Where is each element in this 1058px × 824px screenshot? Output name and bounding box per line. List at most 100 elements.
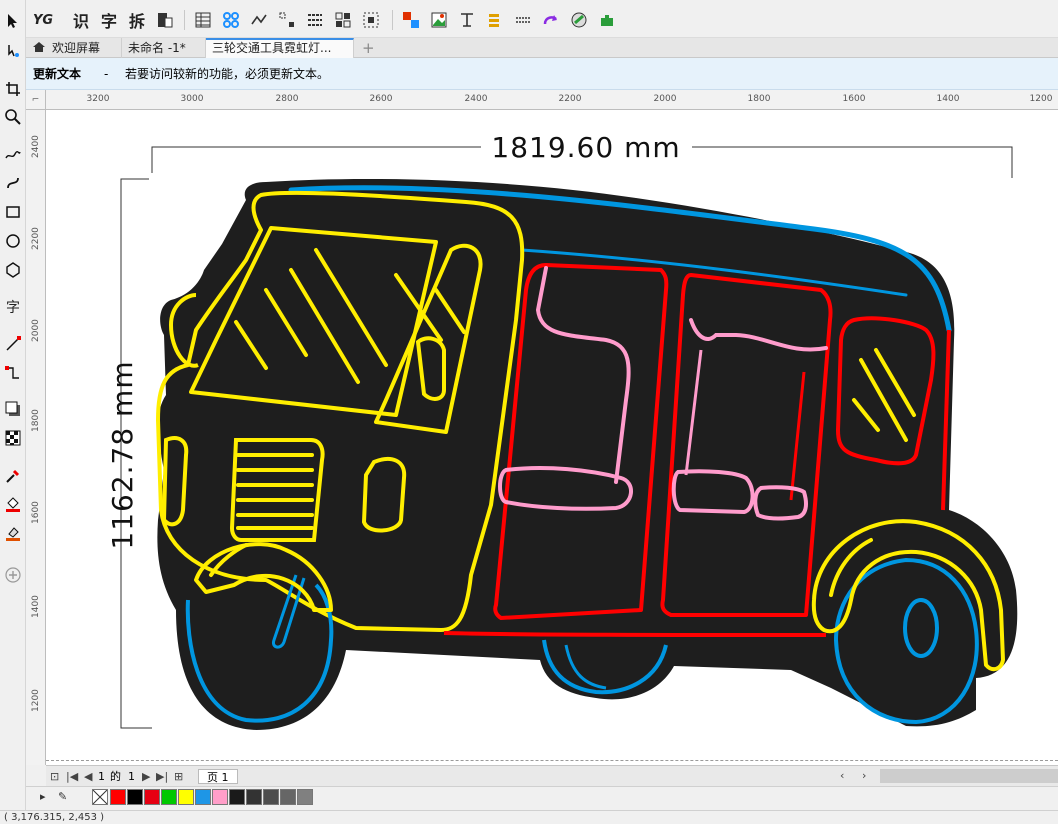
ellipse-tool-icon[interactable] (2, 230, 24, 252)
pick-tool-icon[interactable] (2, 10, 24, 32)
message-text: 若要访问较新的功能，必须更新文本。 (125, 67, 330, 81)
scroll-right-icon[interactable]: › (862, 768, 866, 783)
color-swatch[interactable] (229, 789, 245, 805)
color-swatch[interactable] (161, 789, 177, 805)
color-swatch[interactable] (212, 789, 228, 805)
v-tick: 1800 (31, 409, 41, 432)
horizontal-ruler[interactable]: 3200 3000 2800 2600 2400 2200 2000 1800 … (46, 90, 1058, 110)
select-all-icon[interactable] (360, 9, 382, 31)
zoom-tool-icon[interactable] (2, 106, 24, 128)
color-swatch[interactable] (297, 789, 313, 805)
globe-icon[interactable] (568, 9, 590, 31)
color-swap-icon[interactable] (400, 9, 422, 31)
scroll-left-icon[interactable]: ‹ (840, 768, 844, 783)
ocr-label: 识 (72, 12, 89, 31)
color-swatch[interactable] (127, 789, 143, 805)
freehand-tool-icon[interactable] (2, 144, 24, 166)
group-icon[interactable] (332, 9, 354, 31)
color-swatch[interactable] (195, 789, 211, 805)
home-icon (33, 42, 45, 52)
vertical-ruler[interactable]: 2400 2200 2000 1800 1600 1400 1200 (26, 110, 46, 765)
document-tabs: 欢迎屏幕 未命名 -1* 三轮交通工具霓虹灯... + (26, 38, 1058, 58)
split-label: 拆 (128, 12, 145, 31)
document-icon[interactable] (154, 9, 176, 31)
shape-tool-icon[interactable] (2, 40, 24, 62)
rectangle-tool-icon[interactable] (2, 201, 24, 223)
height-dimension-label[interactable]: 1162.78 mm (106, 360, 139, 549)
smart-fill-icon[interactable] (2, 522, 24, 544)
page-of-label: 的 (110, 770, 121, 783)
color-swatch[interactable] (144, 789, 160, 805)
add-page-icon[interactable]: ⊞ (174, 769, 183, 784)
message-dash: - (104, 67, 109, 81)
number-icon[interactable] (512, 9, 534, 31)
drawing-canvas[interactable]: 1819.60 mm 1162.78 mm (46, 110, 1058, 765)
tuk-tuk-neon-artwork[interactable]: 1819.60 mm 1162.78 mm (46, 110, 1058, 765)
next-page-icon[interactable]: ▶ (142, 769, 150, 784)
no-color-swatch[interactable] (92, 789, 108, 805)
transparency-icon[interactable] (2, 427, 24, 449)
fill-tool-icon[interactable] (2, 493, 24, 515)
eyedropper-icon[interactable] (2, 465, 24, 487)
distribute-icon[interactable] (304, 9, 326, 31)
text-button[interactable]: 字 (98, 9, 120, 31)
text-align-icon[interactable] (456, 9, 478, 31)
prev-page-icon[interactable]: ◀ (84, 769, 92, 784)
palette-menu-icon[interactable]: ▸ (40, 789, 46, 804)
drop-shadow-icon[interactable] (2, 398, 24, 420)
tab-untitled-label: 未命名 -1* (128, 41, 186, 55)
plugin-logo-label: YG (32, 12, 54, 28)
table-icon[interactable] (192, 9, 214, 31)
plugin-icon[interactable] (596, 9, 618, 31)
polygon-tool-icon[interactable] (2, 259, 24, 281)
scroll-thumb[interactable] (880, 769, 1058, 783)
page-tab[interactable]: 页 1 (198, 769, 238, 784)
width-dimension-label[interactable]: 1819.60 mm (491, 131, 680, 164)
redo-icon[interactable] (540, 9, 562, 31)
tab-untitled[interactable]: 未命名 -1* (122, 38, 206, 58)
property-toolbar: YG 识 字 拆 (26, 0, 1058, 38)
page-navigator: ⊡ |◀ ◀ 1 的 1 ▶ ▶| ⊞ 页 1 ‹ › (46, 765, 1058, 786)
h-tick: 1600 (842, 94, 866, 104)
last-page-icon[interactable]: ▶| (156, 769, 168, 784)
pattern-icon[interactable] (220, 9, 242, 31)
h-tick: 1400 (936, 94, 960, 104)
align-icon[interactable] (276, 9, 298, 31)
ocr-button[interactable]: 识 (70, 9, 92, 31)
text-tool-icon[interactable]: 字 (2, 296, 24, 318)
cursor-coordinates: ( 3,176.315, 2,453 ) (4, 812, 105, 823)
artistic-media-icon[interactable] (2, 172, 24, 194)
text-tool-label: 字 (6, 300, 20, 316)
eyedropper-icon[interactable]: ✎ (58, 789, 67, 804)
ruler-origin[interactable]: ⌐ (26, 90, 46, 110)
page-settings-icon[interactable]: ⊡ (50, 769, 59, 784)
page-boundary (46, 760, 1058, 761)
color-swatch[interactable] (246, 789, 262, 805)
plugin-logo-icon[interactable]: YG (32, 9, 54, 31)
toolbar-separator (184, 10, 185, 30)
color-swatch[interactable] (263, 789, 279, 805)
first-page-icon[interactable]: |◀ (66, 769, 78, 784)
crop-tool-icon[interactable] (2, 78, 24, 100)
current-page[interactable]: 1 (98, 769, 105, 784)
list-icon[interactable] (484, 9, 506, 31)
tab-welcome[interactable]: 欢迎屏幕 (26, 38, 122, 58)
image-icon[interactable] (428, 9, 450, 31)
add-tool-icon[interactable] (2, 564, 24, 586)
add-tab-button[interactable]: + (356, 38, 378, 58)
status-bar: ( 3,176.315, 2,453 ) (0, 810, 1058, 824)
connector-tool-icon[interactable] (2, 362, 24, 384)
color-swatch[interactable] (110, 789, 126, 805)
color-swatch[interactable] (178, 789, 194, 805)
line-tool-icon[interactable] (2, 333, 24, 355)
h-tick: 2000 (653, 94, 677, 104)
tab-tricycle-neon[interactable]: 三轮交通工具霓虹灯... (206, 38, 354, 58)
message-title[interactable]: 更新文本 (33, 58, 81, 90)
tab-welcome-label: 欢迎屏幕 (52, 41, 101, 55)
color-swatch[interactable] (280, 789, 296, 805)
split-button[interactable]: 拆 (126, 9, 148, 31)
measure-icon[interactable] (248, 9, 270, 31)
horizontal-scrollbar[interactable]: ‹ › (836, 768, 1058, 784)
total-pages: 1 (128, 770, 135, 783)
h-tick: 3000 (180, 94, 204, 104)
